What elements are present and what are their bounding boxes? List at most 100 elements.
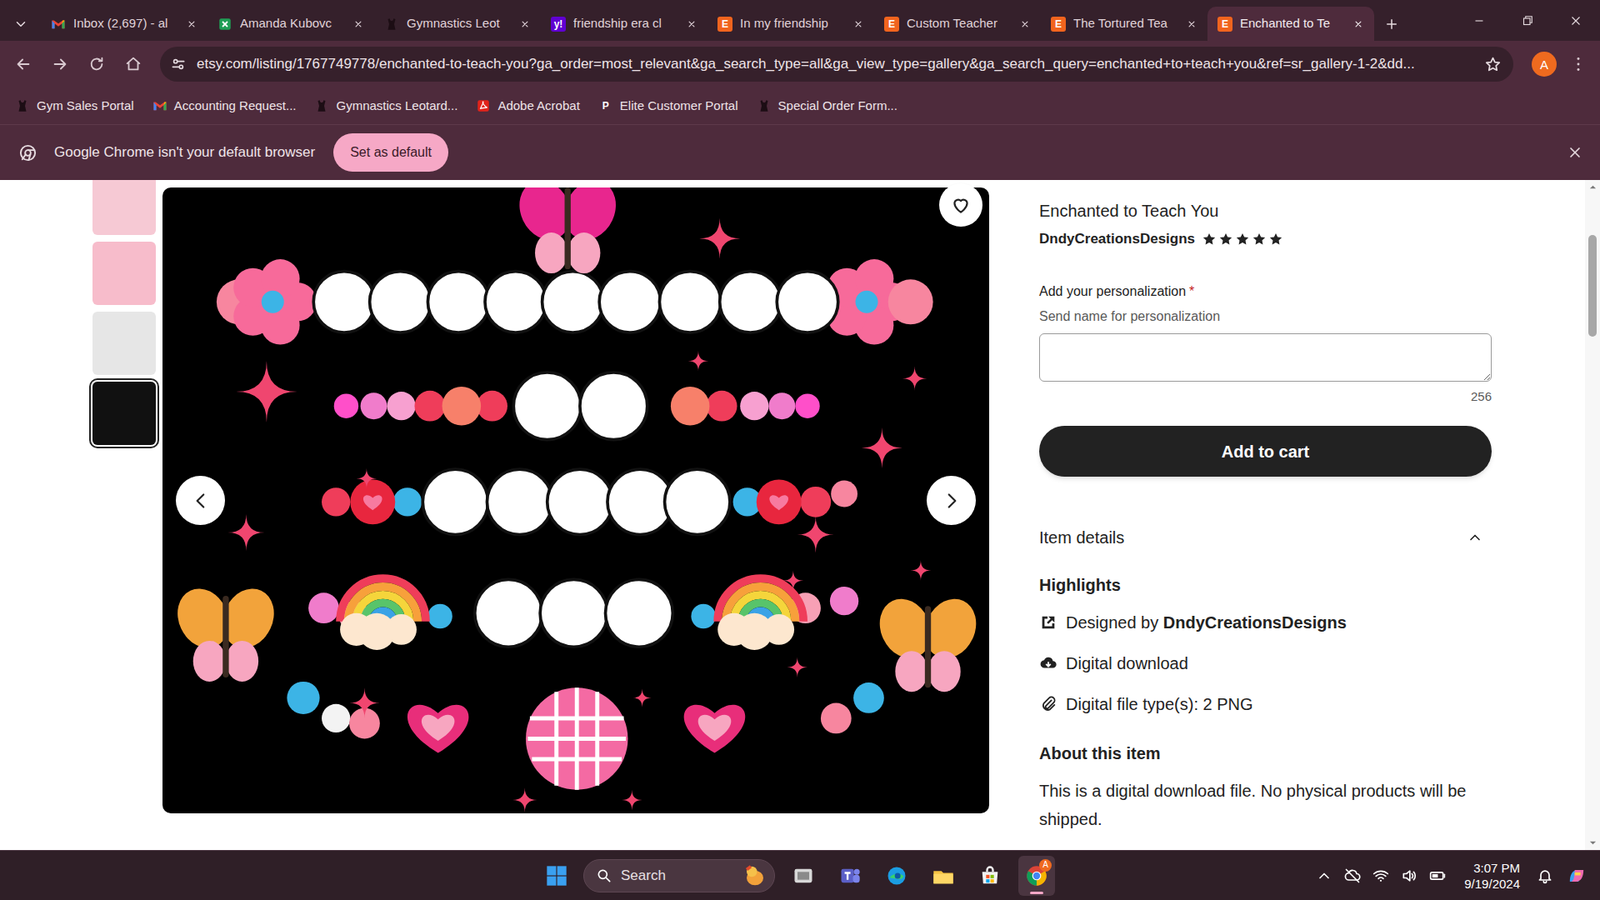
bookmark[interactable]: PElite Customer Portal xyxy=(598,96,739,116)
close-icon[interactable] xyxy=(185,18,198,30)
site-info-icon[interactable] xyxy=(170,55,187,73)
chevron-icon[interactable] xyxy=(1466,529,1484,546)
close-icon[interactable] xyxy=(852,18,865,30)
back-icon[interactable] xyxy=(14,55,33,74)
close-icon[interactable] xyxy=(1352,18,1365,30)
browser-tab[interactable]: EIn my friendship xyxy=(707,6,875,41)
clock-time[interactable]: 3:07 PM xyxy=(1473,860,1520,876)
restore-icon[interactable] xyxy=(1520,13,1535,29)
browser-tab[interactable]: Amanda Kubovc xyxy=(207,6,375,41)
search-icon[interactable] xyxy=(595,867,613,885)
close-icon[interactable] xyxy=(352,18,365,30)
reload-button[interactable] xyxy=(81,49,112,80)
scroll-thumb[interactable] xyxy=(1588,235,1597,337)
tab-label[interactable]: friendship era cl xyxy=(573,14,679,34)
taskbar-app[interactable] xyxy=(831,855,869,896)
menu-button[interactable] xyxy=(1563,49,1594,80)
taskbar-app[interactable] xyxy=(785,855,822,896)
minimize-icon[interactable] xyxy=(1471,13,1487,29)
tab-label[interactable]: Gymnastics Leot xyxy=(406,14,512,34)
teams-icon[interactable] xyxy=(838,864,862,888)
thumbnail[interactable] xyxy=(92,311,156,375)
wifi-icon[interactable] xyxy=(1372,867,1390,885)
personalization-input[interactable] xyxy=(1039,333,1492,382)
favorite-button[interactable] xyxy=(939,183,983,227)
tab-search-button[interactable] xyxy=(0,6,41,41)
taskview-icon[interactable] xyxy=(791,864,815,888)
close-icon[interactable] xyxy=(685,18,698,30)
home-button[interactable] xyxy=(118,49,149,80)
clock-date[interactable]: 9/19/2024 xyxy=(1464,875,1520,892)
search-highlight-icon[interactable] xyxy=(742,863,768,889)
browser-tab[interactable]: EThe Tortured Tea xyxy=(1040,6,1208,41)
windows-start-icon[interactable] xyxy=(545,864,569,888)
chevron-down-icon[interactable] xyxy=(13,16,29,32)
plus-icon[interactable] xyxy=(1384,16,1400,32)
bookmark[interactable]: Adobe Acrobat xyxy=(475,96,580,116)
section-title[interactable]: Item details xyxy=(1039,525,1125,550)
close-icon[interactable] xyxy=(1019,18,1031,30)
forward-button[interactable] xyxy=(45,49,75,80)
set-default-button[interactable]: Set as default xyxy=(333,133,449,172)
cloud-off-icon[interactable] xyxy=(1344,867,1361,885)
thumbnail[interactable] xyxy=(92,241,156,305)
browser-tab[interactable]: Gymnastics Leot xyxy=(374,6,541,41)
heart-icon[interactable] xyxy=(950,194,972,216)
tab-label[interactable]: Custom Teacher xyxy=(906,14,1012,34)
taskbar-app[interactable] xyxy=(971,855,1009,896)
bookmark-label[interactable]: Gym Sales Portal xyxy=(36,96,135,116)
tab-label[interactable]: Inbox (2,697) - al xyxy=(73,14,179,34)
window-button[interactable] xyxy=(1455,0,1504,41)
home-icon[interactable] xyxy=(124,55,143,74)
copilot-icon[interactable] xyxy=(1565,864,1589,888)
chevron-up-icon[interactable] xyxy=(1315,867,1333,885)
bookmark[interactable]: Accounting Request... xyxy=(152,96,297,116)
battery-icon[interactable] xyxy=(1429,867,1446,885)
browser-tab[interactable]: Inbox (2,697) - al xyxy=(40,6,208,41)
url-text[interactable]: etsy.com/listing/1767749778/enchanted-to… xyxy=(196,53,1475,75)
tab-label[interactable]: Amanda Kubovc xyxy=(240,14,345,34)
browser-tab[interactable]: y!friendship era cl xyxy=(540,6,708,41)
forward-icon[interactable] xyxy=(50,55,70,74)
shop-name[interactable]: DndyCreationsDesigns xyxy=(1039,229,1195,250)
bookmark-label[interactable]: Special Order Form... xyxy=(778,96,898,116)
window-button[interactable] xyxy=(1551,0,1600,41)
close-icon[interactable] xyxy=(519,18,531,30)
window-button[interactable] xyxy=(1503,0,1552,41)
designer-link[interactable]: DndyCreationsDesigns xyxy=(1163,613,1347,632)
back-button[interactable] xyxy=(8,49,39,80)
bookmark[interactable]: Gymnastics Leotard... xyxy=(314,96,458,116)
tab-label[interactable]: Enchanted to Te xyxy=(1240,14,1345,34)
volume-icon[interactable] xyxy=(1400,867,1418,885)
taskbar-app[interactable] xyxy=(878,855,915,896)
close-icon[interactable] xyxy=(1185,18,1198,30)
thumbnail[interactable] xyxy=(92,381,156,445)
scroll-up-icon[interactable] xyxy=(1589,183,1597,191)
previous-image-button[interactable] xyxy=(175,475,225,525)
address-field[interactable]: etsy.com/listing/1767749778/enchanted-to… xyxy=(160,46,1514,82)
bookmark[interactable]: Gym Sales Portal xyxy=(15,96,135,116)
next-image-button[interactable] xyxy=(926,475,976,525)
tab-label[interactable]: The Tortured Tea xyxy=(1073,14,1179,34)
edge-icon[interactable] xyxy=(885,864,909,888)
scroll-down-icon[interactable] xyxy=(1589,839,1597,847)
notification-bell-icon[interactable] xyxy=(1536,867,1554,885)
tab-label[interactable]: In my friendship xyxy=(740,14,845,34)
profile-avatar[interactable]: A xyxy=(1531,51,1557,77)
chevron-left-icon[interactable] xyxy=(190,490,212,512)
add-to-cart-button[interactable]: Add to cart xyxy=(1039,425,1492,477)
bookmark-label[interactable]: Adobe Acrobat xyxy=(497,96,580,116)
taskbar-search[interactable]: Search xyxy=(583,859,775,893)
bookmark-label[interactable]: Accounting Request... xyxy=(174,96,297,116)
new-tab-button[interactable] xyxy=(1377,6,1406,41)
profile-initial[interactable]: A xyxy=(1540,58,1549,71)
taskbar-app[interactable] xyxy=(925,855,962,896)
bookmark[interactable]: Special Order Form... xyxy=(756,96,898,116)
scrollbar[interactable] xyxy=(1585,180,1600,850)
store-icon[interactable] xyxy=(978,864,1002,888)
browser-tab[interactable]: EEnchanted to Te xyxy=(1207,6,1375,41)
menu-icon[interactable] xyxy=(1569,55,1588,74)
browser-tab[interactable]: ECustom Teacher xyxy=(874,6,1041,41)
close-window-icon[interactable] xyxy=(1568,13,1584,29)
thumbnail[interactable] xyxy=(92,180,156,235)
